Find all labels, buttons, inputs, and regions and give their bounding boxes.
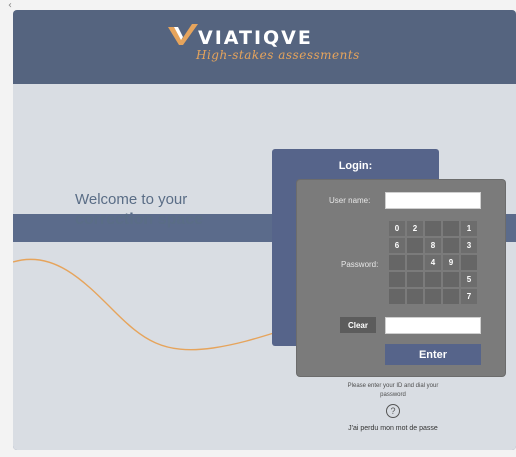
page: ‹ VIATIQVE High-stakes assessments Welco… [0, 0, 516, 457]
login-form: User name: Password: 02 1 6 8 3 495 7 Clear En… [297, 180, 505, 376]
logo-subtitle: High-stakes assessments [196, 48, 360, 62]
keypad-key[interactable]: 2 [407, 221, 423, 236]
keypad-key[interactable] [407, 238, 423, 253]
keypad-key[interactable] [443, 221, 459, 236]
welcome-line-2: correction space [75, 211, 204, 228]
keypad-key[interactable]: 1 [461, 221, 477, 236]
keypad-key[interactable] [425, 221, 441, 236]
keypad-key[interactable] [425, 272, 441, 287]
keypad-key[interactable] [443, 289, 459, 304]
password-label: Password: [341, 260, 379, 269]
keypad-key[interactable]: 3 [461, 238, 477, 253]
username-input[interactable] [385, 192, 481, 209]
login-card: VIATIQVE High-stakes assessments Welcome… [13, 10, 516, 450]
welcome-message: Welcome to your correction space [75, 190, 275, 230]
username-label: User name: [329, 196, 371, 205]
keypad-key[interactable]: 4 [425, 255, 441, 270]
keypad-key[interactable]: 8 [425, 238, 441, 253]
password-display-field[interactable] [385, 317, 481, 334]
login-title: Login: [338, 160, 373, 172]
help-text: Please enter your ID and dial your passw… [347, 383, 439, 398]
keypad-key[interactable] [407, 255, 423, 270]
keypad-key[interactable]: 9 [443, 255, 459, 270]
keypad-key[interactable]: 7 [461, 289, 477, 304]
keypad-key[interactable] [389, 255, 405, 270]
keypad-key[interactable]: 6 [389, 238, 405, 253]
clear-button[interactable]: Clear [340, 317, 376, 333]
logo-check-icon [168, 24, 198, 45]
keypad-key[interactable] [407, 289, 423, 304]
browser-edge-mark: ‹ [8, 0, 12, 11]
password-keypad: 02 1 6 8 3 495 7 [389, 221, 477, 304]
keypad-key[interactable] [461, 255, 477, 270]
enter-button[interactable]: Enter [385, 344, 481, 365]
keypad-key[interactable] [443, 272, 459, 287]
lost-password-link[interactable]: J'ai perdu mon mot de passe [333, 425, 453, 432]
logo-text: VIATIQVE [198, 27, 313, 49]
keypad-key[interactable]: 0 [389, 221, 405, 236]
keypad-key[interactable]: 5 [461, 272, 477, 287]
keypad-key[interactable] [407, 272, 423, 287]
keypad-key[interactable] [425, 289, 441, 304]
question-circle-icon[interactable]: ? [386, 404, 400, 418]
keypad-key[interactable] [443, 238, 459, 253]
keypad-key[interactable] [389, 272, 405, 287]
logo: VIATIQVE High-stakes assessments [168, 24, 368, 72]
keypad-key[interactable] [389, 289, 405, 304]
welcome-line-1: Welcome to your [75, 191, 188, 208]
header: VIATIQVE High-stakes assessments [13, 10, 516, 84]
